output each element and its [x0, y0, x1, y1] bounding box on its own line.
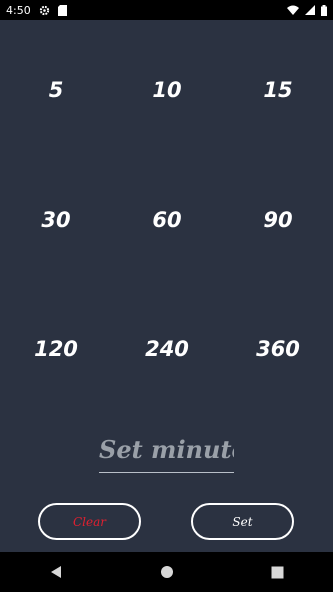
status-bar: 4:50 [0, 0, 333, 20]
minutes-option-240[interactable]: 240 [122, 329, 212, 369]
status-time: 4:50 [6, 3, 31, 17]
minutes-option-60[interactable]: 60 [122, 200, 212, 240]
signal-icon [305, 5, 315, 15]
minutes-option-5[interactable]: 5 [11, 70, 101, 110]
set-minutes-field [99, 427, 234, 473]
minutes-row: 120 240 360 [0, 329, 333, 369]
minutes-option-15[interactable]: 15 [233, 70, 323, 110]
wifi-icon [287, 5, 299, 15]
clear-button[interactable]: Clear [38, 503, 141, 540]
minutes-option-360[interactable]: 360 [233, 329, 323, 369]
sd-card-icon [57, 4, 67, 16]
minutes-row: 30 60 90 [0, 200, 333, 240]
back-icon[interactable] [36, 552, 76, 592]
battery-icon [321, 4, 327, 16]
set-button[interactable]: Set [191, 503, 294, 540]
minutes-option-90[interactable]: 90 [233, 200, 323, 240]
gear-icon [39, 5, 50, 16]
minutes-option-30[interactable]: 30 [11, 200, 101, 240]
minutes-option-120[interactable]: 120 [11, 329, 101, 369]
minutes-row: 5 10 15 [0, 70, 333, 110]
recents-icon[interactable] [258, 552, 298, 592]
minutes-option-10[interactable]: 10 [122, 70, 212, 110]
navigation-bar [0, 552, 333, 592]
home-icon[interactable] [147, 552, 187, 592]
set-minutes-input[interactable] [99, 427, 234, 472]
